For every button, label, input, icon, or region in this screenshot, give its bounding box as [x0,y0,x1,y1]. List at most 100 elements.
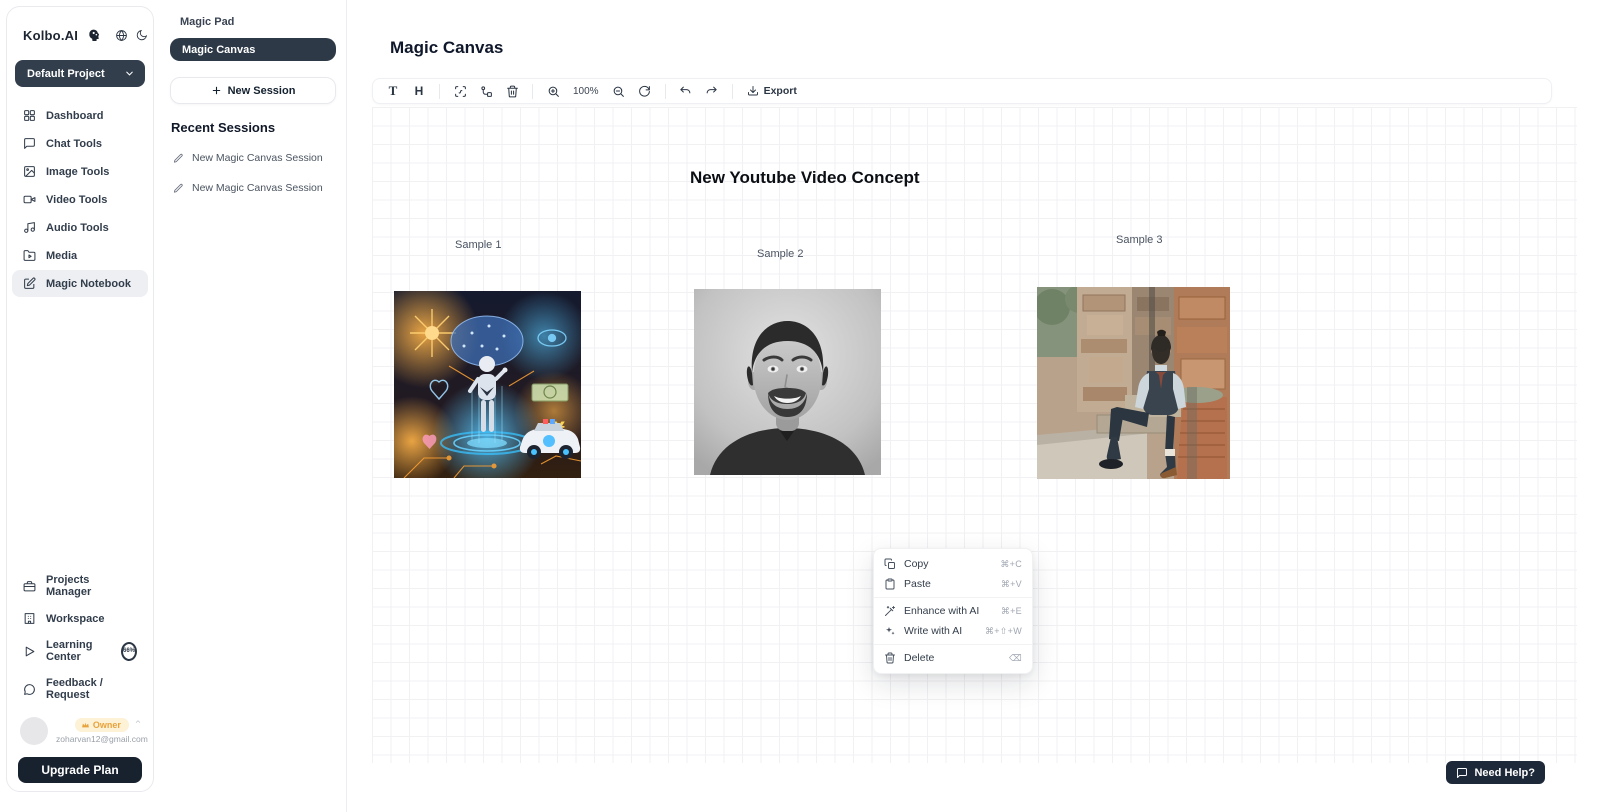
need-help-button[interactable]: Need Help? [1446,761,1545,784]
crown-icon [81,721,90,730]
session-list-item[interactable]: New Magic Canvas Session [160,173,346,203]
export-button[interactable]: Export [741,80,803,102]
sample-image-portrait[interactable] [694,289,881,475]
sidebar-item-label: Learning Center [46,639,109,663]
media-folder-icon [23,249,36,262]
sample-image-ai-collage[interactable]: ¥ [394,291,581,478]
sidebar-item-label: Workspace [46,613,105,625]
music-note-icon [23,221,36,234]
pencil-icon [173,183,184,194]
learning-progress-badge: 66% [121,642,137,661]
menu-divider [874,597,1032,598]
shortcut-label: ⌘+V [1001,579,1022,590]
sidebar-item-label: Chat Tools [46,138,102,150]
zoom-level-label: 100% [567,86,605,97]
sample-image-man-on-ruins[interactable] [1037,287,1230,479]
trash-icon [884,652,896,664]
context-menu-item-copy[interactable]: Copy ⌘+C [874,554,1032,574]
plus-icon [211,85,222,96]
recent-sessions-heading: Recent Sessions [160,104,346,135]
brain-head-icon [85,27,101,43]
redo-button[interactable] [700,80,724,102]
delete-tool-button[interactable] [500,80,524,102]
sidebar-item-workspace[interactable]: Workspace [12,605,148,632]
upgrade-plan-button[interactable]: Upgrade Plan [18,757,142,783]
sidebar-item-label: Image Tools [46,166,109,178]
shortcut-label: ⌫ [1009,653,1022,664]
sidebar-item-dashboard[interactable]: Dashboard [12,102,148,129]
logo-text: Kolbo.AI [23,28,78,43]
chat-bubble-icon [23,137,36,150]
undo-button[interactable] [674,80,698,102]
image-icon [23,165,36,178]
select-tool-button[interactable] [448,80,472,102]
project-selector[interactable]: Default Project [15,60,145,87]
reset-view-button[interactable] [633,80,657,102]
connector-tool-button[interactable] [474,80,498,102]
shortcut-label: ⌘+⇧+W [985,626,1022,637]
avatar [20,717,48,745]
canvas-toolbar: T H 100% Export [372,78,1552,104]
context-menu-item-write-ai[interactable]: Write with AI ⌘+⇧+W [874,621,1032,641]
pencil-icon [173,153,184,164]
sidebar-item-learning-center[interactable]: Learning Center 66% [12,632,148,670]
zoom-in-button[interactable] [541,80,565,102]
new-session-button[interactable]: New Session [170,77,336,104]
briefcase-icon [23,580,36,593]
sidebar-item-projects-manager[interactable]: Projects Manager [12,567,148,605]
video-camera-icon [23,193,36,206]
sample-1-label[interactable]: Sample 1 [455,239,501,251]
canvas-grid[interactable]: New Youtube Video Concept Sample 1 Sampl… [372,107,1577,763]
dashboard-icon [23,109,36,122]
sidebar-bottom: Projects Manager Workspace Learning Cent… [7,567,153,783]
chevron-down-icon [124,68,135,79]
main-area: Magic Canvas T H 100% [348,0,1600,812]
page-title: Magic Canvas [390,38,503,58]
session-panel: Magic Pad Magic Canvas New Session Recen… [160,0,347,812]
sidebar-item-label: Magic Notebook [46,278,131,290]
context-menu-item-enhance-ai[interactable]: Enhance with AI ⌘+E [874,601,1032,621]
sidebar-item-image-tools[interactable]: Image Tools [12,158,148,185]
zoom-out-button[interactable] [607,80,631,102]
shortcut-label: ⌘+E [1001,606,1022,617]
toolbar-divider [732,84,733,99]
owner-badge: Owner [75,718,129,732]
play-icon [23,645,36,658]
sidebar-item-chat-tools[interactable]: Chat Tools [12,130,148,157]
sidebar-item-feedback[interactable]: Feedback / Request [12,670,148,708]
notebook-edit-icon [23,277,36,290]
copy-icon [884,558,896,570]
globe-icon[interactable] [115,29,128,42]
sparkles-icon [884,625,896,637]
nav-magic-canvas[interactable]: Magic Canvas [170,38,336,61]
moon-icon[interactable] [135,29,148,42]
sidebar-item-audio-tools[interactable]: Audio Tools [12,214,148,241]
toolbar-divider [665,84,666,99]
heading-tool-button[interactable]: H [407,80,431,102]
sample-2-label[interactable]: Sample 2 [757,248,803,260]
sidebar-nav: Dashboard Chat Tools Image Tools Video T… [7,102,153,297]
logo-row: Kolbo.AI [7,7,153,43]
session-list-item[interactable]: New Magic Canvas Session [160,143,346,173]
context-menu-item-delete[interactable]: Delete ⌫ [874,648,1032,668]
feedback-chat-icon [23,683,36,696]
sample-3-label[interactable]: Sample 3 [1116,234,1162,246]
context-menu-item-paste[interactable]: Paste ⌘+V [874,574,1032,594]
shortcut-label: ⌘+C [1000,559,1022,570]
toolbar-divider [439,84,440,99]
sidebar-item-label: Media [46,250,77,262]
sidebar-item-label: Projects Manager [46,574,137,598]
sidebar-item-media[interactable]: Media [12,242,148,269]
sidebar-item-label: Feedback / Request [46,677,137,701]
user-account-row[interactable]: Owner zoharvan12@gmail.com [12,708,148,755]
canvas-heading-text[interactable]: New Youtube Video Concept [690,168,920,188]
nav-magic-pad[interactable]: Magic Pad [160,0,346,28]
sidebar-item-magic-notebook[interactable]: Magic Notebook [12,270,148,297]
user-email: zoharvan12@gmail.com [56,734,148,744]
sidebar: Kolbo.AI Default Project Dashboard Chat … [6,6,154,792]
text-tool-button[interactable]: T [381,80,405,102]
toolbar-divider [532,84,533,99]
sidebar-item-label: Dashboard [46,110,103,122]
sidebar-item-video-tools[interactable]: Video Tools [12,186,148,213]
building-icon [23,612,36,625]
